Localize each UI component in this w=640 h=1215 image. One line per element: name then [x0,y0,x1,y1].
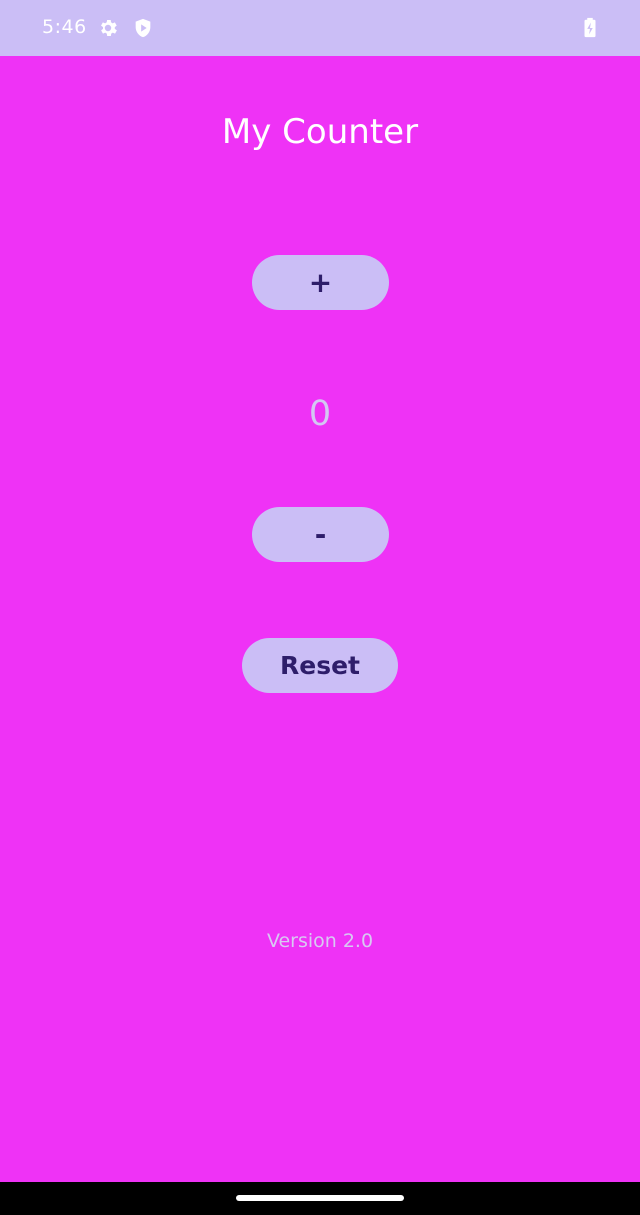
decrement-button[interactable]: - [252,507,389,562]
increment-button[interactable]: + [252,255,389,310]
reset-button[interactable]: Reset [242,638,398,693]
page-title: My Counter [221,112,419,152]
counter-value: 0 [308,394,332,434]
battery-charging-icon [580,17,600,39]
play-shield-icon [132,17,154,39]
status-time: 5:46 [42,16,87,38]
status-bar: 5:46 [0,0,640,56]
app-screen: 5:46 My Counter + 0 - Reset Version 2.0 [0,0,640,1215]
home-gesture-handle[interactable] [236,1195,404,1201]
gear-icon [97,17,119,39]
version-label: Version 2.0 [266,930,374,952]
navigation-bar [0,1182,640,1215]
